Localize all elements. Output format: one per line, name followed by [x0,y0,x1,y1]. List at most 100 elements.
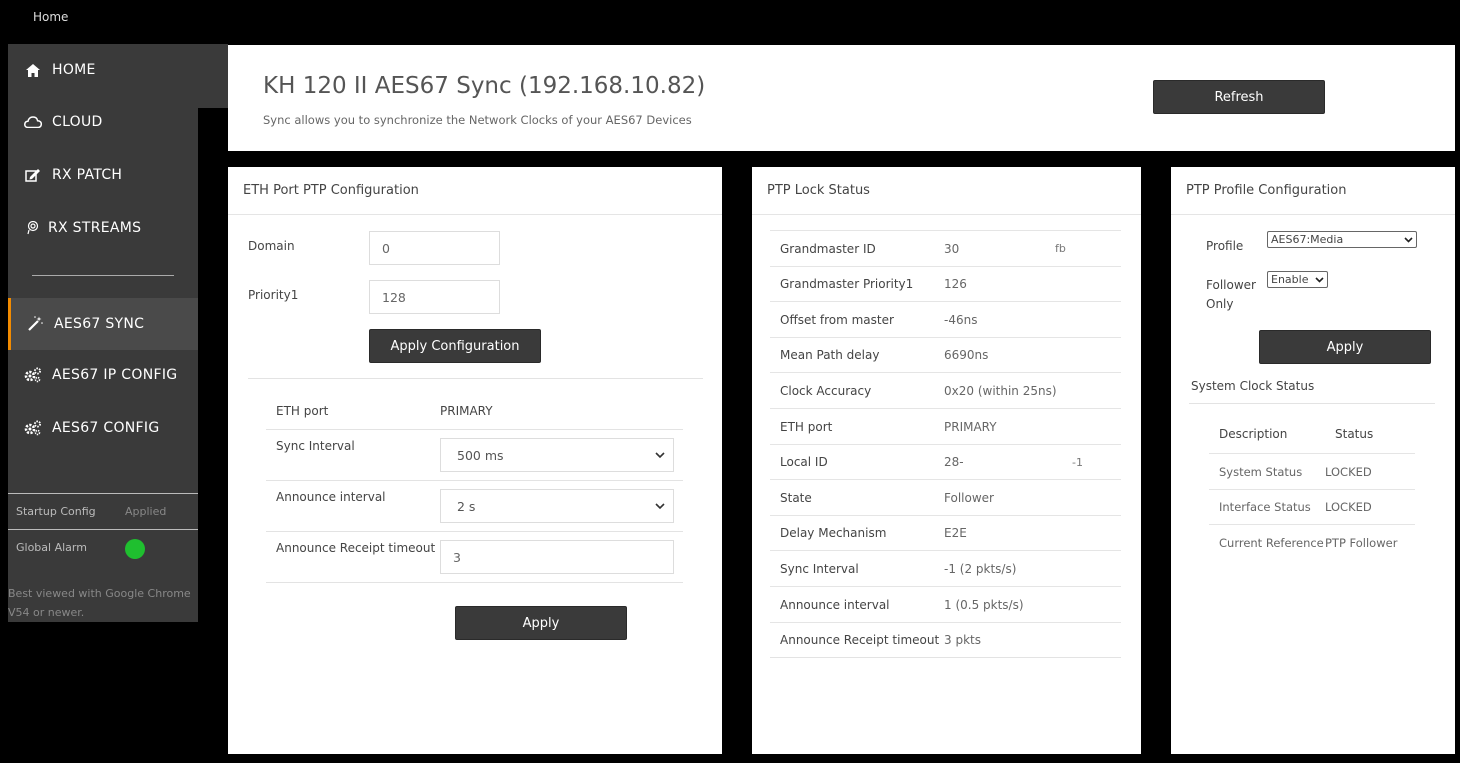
sidebar-item-label: RX STREAMS [48,220,142,236]
alarm-status-indicator [125,539,145,559]
lock-status-key: Mean Path delay [780,348,880,363]
sidebar-item-rx-streams[interactable]: RX STREAMS [8,203,198,253]
breadcrumb[interactable]: Home [33,10,68,24]
profile-value: AES67:Media [1271,233,1344,246]
sidebar-item-aes67-config[interactable]: AES67 CONFIG [8,403,198,453]
lock-status-value: 126 [944,277,967,292]
ptp-lock-status-panel: PTP Lock Status Grandmaster ID 30 fb Grandm… [752,167,1141,754]
divider [1189,403,1435,404]
page-title: KH 120 II AES67 Sync (192.168.10.82) [263,73,706,99]
divider [266,429,683,430]
lock-status-value: 1 (0.5 pkts/s) [944,597,1024,612]
startup-config-label: Startup Config [16,505,96,518]
lock-status-value: PRIMARY [944,419,997,434]
lock-status-value-suffix: fb [1055,242,1066,255]
sync-interval-select[interactable]: 500 ms [440,438,674,472]
sidebar-item-aes67-ip-config[interactable]: AES67 IP CONFIG [8,350,198,400]
divider [248,378,703,379]
system-clock-status-title: System Clock Status [1191,379,1315,393]
system-clock-description: System Status [1219,464,1303,479]
lock-status-key: Grandmaster Priority1 [780,277,914,292]
lock-status-value: -46ns [944,312,978,327]
cloud-icon [24,113,42,131]
apply-configuration-button[interactable]: Apply Configuration [369,329,541,363]
sidebar-item-rx-patch[interactable]: RX PATCH [8,150,198,200]
cogs-icon [24,366,42,384]
page-header: KH 120 II AES67 Sync (192.168.10.82) Syn… [228,45,1455,151]
lock-status-value: 3 pkts [944,633,981,648]
chevron-down-icon [655,500,665,513]
top-bar: Home [0,0,1460,44]
sync-interval-value: 500 ms [457,447,504,463]
lock-status-value: 6690ns [944,348,989,363]
cogs-icon [24,419,42,437]
announce-receipt-timeout-label: Announce Receipt timeout [276,541,436,555]
sidebar-item-label: AES67 IP CONFIG [52,367,178,383]
sidebar-item-label: AES67 CONFIG [52,420,160,436]
panel-title: ETH Port PTP Configuration [228,167,722,215]
announce-interval-label: Announce interval [276,490,386,504]
lock-status-row: ETH port PRIMARY [770,408,1121,444]
edit-icon [24,166,42,184]
device-status-table: Startup Config Applied Global Alarm [8,493,198,565]
follower-only-label-line2: Only [1206,297,1234,311]
eth-port-ptp-config-panel: ETH Port PTP Configuration Domain 0 Prio… [228,167,722,754]
divider [266,582,683,583]
home-icon [24,61,42,79]
lock-status-key: ETH port [780,419,833,434]
page-subtitle: Sync allows you to synchronize the Netwo… [263,113,692,127]
lock-status-value: Follower [944,490,994,505]
lock-status-row: Local ID 28- -1 [770,443,1121,480]
sidebar-item-cloud[interactable]: CLOUD [8,97,198,147]
refresh-button[interactable]: Refresh [1153,80,1325,114]
sidebar: HOME CLOUD RX PATCH RX STREAMS AES67 SYN… [8,44,228,622]
profile-select[interactable]: AES67:Media [1267,231,1417,248]
lock-status-row: Announce interval 1 (0.5 pkts/s) [770,586,1121,622]
col-description-header: Description [1219,427,1288,441]
panel-title: PTP Profile Configuration [1171,167,1455,215]
lock-status-row: Grandmaster ID 30 fb [770,230,1121,266]
lock-status-key: Sync Interval [780,561,859,576]
system-clock-row: System Status LOCKED [1209,453,1415,489]
follower-only-value: Enable [1271,273,1309,286]
apply-button[interactable]: Apply [455,606,627,640]
domain-input[interactable]: 0 [369,231,500,265]
lock-status-row: Clock Accuracy 0x20 (within 25ns) [770,372,1121,408]
system-clock-status: LOCKED [1325,500,1372,514]
system-clock-status: LOCKED [1325,464,1372,479]
priority1-label: Priority1 [248,288,299,302]
stream-icon [24,219,42,237]
announce-interval-select[interactable]: 2 s [440,489,674,523]
lock-status-row: Announce Receipt timeout 3 pkts [770,621,1121,658]
sidebar-item-aes67-sync[interactable]: AES67 SYNC [8,298,198,350]
system-clock-description: Interface Status [1219,500,1311,514]
eth-port-label: ETH port [276,404,329,418]
profile-apply-button[interactable]: Apply [1259,330,1431,364]
ptp-profile-config-panel: PTP Profile Configuration Profile AES67:… [1171,167,1455,754]
lock-status-value: 30 [944,241,960,256]
lock-status-key: Announce interval [780,597,890,612]
announce-interval-value: 2 s [457,498,476,514]
system-clock-description: Current Reference [1219,535,1324,550]
chevron-down-icon [655,449,665,462]
divider [266,531,683,532]
sidebar-item-home[interactable]: HOME [8,45,198,95]
sidebar-divider [32,275,174,276]
announce-receipt-timeout-input[interactable]: 3 [440,540,674,574]
system-clock-row: Interface Status LOCKED [1209,488,1415,525]
divider [770,657,1121,659]
lock-status-value: -1 (2 pkts/s) [944,561,1017,576]
chevron-down-icon [1404,233,1413,246]
follower-only-select[interactable]: Enable [1267,271,1328,288]
startup-config-value: Applied [125,505,167,518]
profile-label: Profile [1206,239,1244,253]
priority1-input[interactable]: 128 [369,280,500,314]
lock-status-key: Grandmaster ID [780,241,876,256]
lock-status-value: 0x20 (within 25ns) [944,383,1057,398]
col-status-header: Status [1335,427,1374,441]
lock-status-row: State Follower [770,479,1121,515]
lock-status-row: Delay Mechanism E2E [770,514,1121,551]
lock-status-row: Offset from master -46ns [770,301,1121,337]
sidebar-item-label: HOME [52,62,96,78]
panel-title: PTP Lock Status [752,167,1141,215]
